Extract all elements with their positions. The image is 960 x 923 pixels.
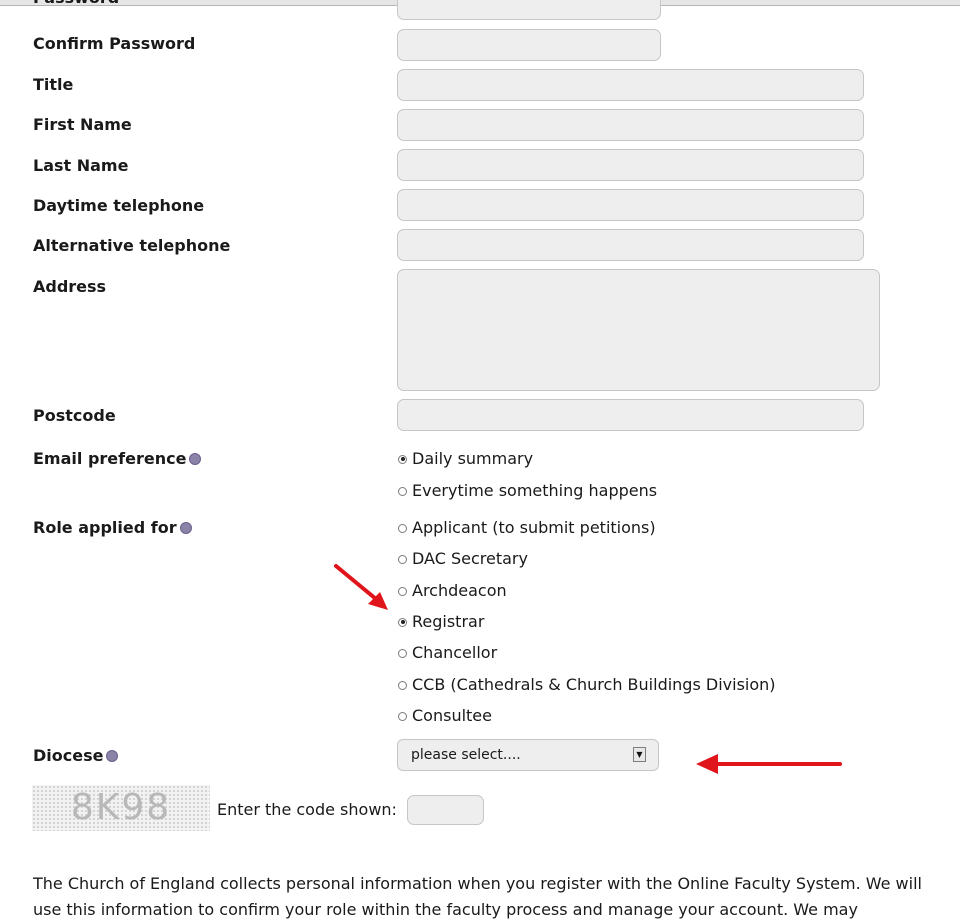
help-icon[interactable] bbox=[106, 749, 119, 762]
email-preference-label: Email preference bbox=[33, 449, 202, 469]
role-option-consultee[interactable]: Consultee bbox=[398, 706, 492, 726]
diocese-select[interactable]: please select.... ▼ bbox=[397, 739, 659, 771]
last-name-field[interactable] bbox=[397, 149, 864, 181]
last-name-label: Last Name bbox=[33, 156, 129, 175]
role-option-registrar[interactable]: Registrar bbox=[398, 612, 484, 632]
password-field[interactable] bbox=[397, 0, 661, 20]
postcode-label: Postcode bbox=[33, 406, 116, 425]
captcha-image: 8K98 bbox=[32, 785, 210, 831]
confirm-password-label: Confirm Password bbox=[33, 34, 196, 53]
captcha-input[interactable] bbox=[407, 795, 484, 825]
role-option-label: Registrar bbox=[412, 612, 485, 631]
email-option-label: Everytime something happens bbox=[412, 481, 658, 500]
captcha-prompt: Enter the code shown: bbox=[217, 800, 397, 819]
role-option-applicant[interactable]: Applicant (to submit petitions) bbox=[398, 518, 656, 538]
annotation-arrow-icon bbox=[696, 754, 842, 774]
role-option-label: Consultee bbox=[412, 706, 492, 725]
radio-icon[interactable] bbox=[398, 680, 407, 690]
dropdown-arrow-icon[interactable]: ▼ bbox=[633, 747, 646, 762]
password-label: Password bbox=[33, 0, 119, 8]
diocese-label: Diocese bbox=[33, 746, 119, 766]
role-option-label: DAC Secretary bbox=[412, 549, 528, 568]
alternative-telephone-field[interactable] bbox=[397, 229, 864, 261]
role-option-label: Chancellor bbox=[412, 643, 498, 662]
role-label: Role applied for bbox=[33, 518, 192, 538]
diocese-select-value: please select.... bbox=[411, 747, 521, 763]
daytime-telephone-field[interactable] bbox=[397, 189, 864, 221]
role-option-label: Applicant (to submit petitions) bbox=[412, 518, 656, 537]
first-name-field[interactable] bbox=[397, 109, 864, 141]
title-field[interactable] bbox=[397, 69, 864, 101]
help-icon[interactable] bbox=[189, 452, 202, 465]
radio-icon[interactable] bbox=[398, 523, 407, 533]
email-option-label: Daily summary bbox=[412, 449, 534, 468]
email-option-daily[interactable]: Daily summary bbox=[398, 449, 533, 469]
role-option-ccb[interactable]: CCB (Cathedrals & Church Buildings Divis… bbox=[398, 675, 776, 695]
address-textarea[interactable] bbox=[397, 269, 880, 391]
radio-icon[interactable] bbox=[398, 648, 407, 658]
radio-selected-icon[interactable] bbox=[398, 454, 407, 464]
role-option-label: CCB (Cathedrals & Church Buildings Divis… bbox=[412, 675, 776, 694]
first-name-label: First Name bbox=[33, 115, 132, 134]
daytime-telephone-label: Daytime telephone bbox=[33, 196, 205, 215]
alternative-telephone-label: Alternative telephone bbox=[33, 236, 231, 255]
annotation-arrow-icon bbox=[334, 564, 388, 610]
title-label: Title bbox=[33, 75, 74, 94]
radio-icon[interactable] bbox=[398, 486, 407, 496]
email-option-everytime[interactable]: Everytime something happens bbox=[398, 481, 657, 501]
privacy-notice: The Church of England collects personal … bbox=[33, 874, 922, 919]
email-preference-label-text: Email preference bbox=[33, 449, 187, 468]
role-option-dac-secretary[interactable]: DAC Secretary bbox=[398, 549, 528, 569]
address-label: Address bbox=[33, 277, 107, 296]
role-option-label: Archdeacon bbox=[412, 581, 507, 600]
role-option-archdeacon[interactable]: Archdeacon bbox=[398, 581, 507, 601]
help-icon[interactable] bbox=[179, 521, 192, 534]
postcode-field[interactable] bbox=[397, 399, 864, 431]
role-label-text: Role applied for bbox=[33, 518, 177, 537]
confirm-password-field[interactable] bbox=[397, 29, 661, 61]
radio-icon[interactable] bbox=[398, 711, 407, 721]
diocese-label-text: Diocese bbox=[33, 746, 104, 765]
role-option-chancellor[interactable]: Chancellor bbox=[398, 643, 497, 663]
